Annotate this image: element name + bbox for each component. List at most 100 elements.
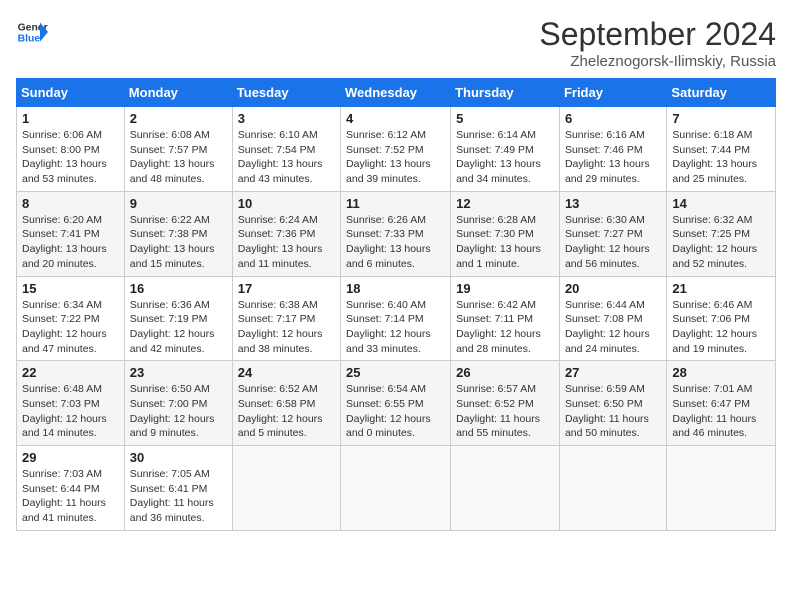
weekday-header-friday: Friday — [559, 79, 666, 107]
day-number: 24 — [238, 365, 335, 380]
calendar-cell: 16 Sunrise: 6:36 AM Sunset: 7:19 PM Dayli… — [124, 276, 232, 361]
day-info: Sunrise: 6:10 AM Sunset: 7:54 PM Dayligh… — [238, 128, 335, 187]
day-number: 25 — [346, 365, 445, 380]
calendar-table: SundayMondayTuesdayWednesdayThursdayFrid… — [16, 78, 776, 531]
day-info: Sunrise: 6:12 AM Sunset: 7:52 PM Dayligh… — [346, 128, 445, 187]
day-info: Sunrise: 6:57 AM Sunset: 6:52 PM Dayligh… — [456, 382, 554, 441]
page-header: General Blue September 2024 Zheleznogors… — [16, 16, 776, 70]
calendar-cell: 2Sunrise: 6:08 AM Sunset: 7:57 PM Daylig… — [124, 107, 232, 192]
day-number: 12 — [456, 196, 554, 211]
calendar-cell: 13Sunrise: 6:30 AM Sunset: 7:27 PM Dayli… — [559, 191, 666, 276]
calendar-week-2: 8 Sunrise: 6:20 AM Sunset: 7:41 PM Daylig… — [17, 191, 776, 276]
day-number: 15 — [22, 281, 119, 296]
calendar-cell — [232, 446, 340, 531]
day-number: 9 — [130, 196, 227, 211]
calendar-week-4: 22 Sunrise: 6:48 AM Sunset: 7:03 PM Dayli… — [17, 361, 776, 446]
calendar-cell: 29 Sunrise: 7:03 AM Sunset: 6:44 PM Dayli… — [17, 446, 125, 531]
calendar-cell — [667, 446, 776, 531]
day-info: Sunrise: 7:03 AM Sunset: 6:44 PM Dayligh… — [22, 467, 119, 526]
calendar-body: 1 Sunrise: 6:06 AM Sunset: 8:00 PM Daylig… — [17, 107, 776, 531]
day-number: 23 — [130, 365, 227, 380]
day-number: 22 — [22, 365, 119, 380]
day-info: Sunrise: 6:18 AM Sunset: 7:44 PM Dayligh… — [672, 128, 770, 187]
day-info: Sunrise: 6:52 AM Sunset: 6:58 PM Dayligh… — [238, 382, 335, 441]
day-number: 16 — [130, 281, 227, 296]
day-number: 8 — [22, 196, 119, 211]
day-number: 14 — [672, 196, 770, 211]
calendar-cell: 17Sunrise: 6:38 AM Sunset: 7:17 PM Dayli… — [232, 276, 340, 361]
calendar-cell — [341, 446, 451, 531]
day-number: 11 — [346, 196, 445, 211]
day-number: 10 — [238, 196, 335, 211]
day-info: Sunrise: 6:46 AM Sunset: 7:06 PM Dayligh… — [672, 298, 770, 357]
weekday-header-saturday: Saturday — [667, 79, 776, 107]
day-info: Sunrise: 7:05 AM Sunset: 6:41 PM Dayligh… — [130, 467, 227, 526]
day-info: Sunrise: 6:36 AM Sunset: 7:19 PM Dayligh… — [130, 298, 227, 357]
day-number: 2 — [130, 111, 227, 126]
day-info: Sunrise: 6:34 AM Sunset: 7:22 PM Dayligh… — [22, 298, 119, 357]
calendar-cell: 22 Sunrise: 6:48 AM Sunset: 7:03 PM Dayli… — [17, 361, 125, 446]
calendar-cell: 25 Sunrise: 6:54 AM Sunset: 6:55 PM Dayli… — [341, 361, 451, 446]
day-number: 17 — [238, 281, 335, 296]
calendar-cell: 12 Sunrise: 6:28 AM Sunset: 7:30 PM Dayli… — [451, 191, 560, 276]
weekday-header-thursday: Thursday — [451, 79, 560, 107]
weekday-header-wednesday: Wednesday — [341, 79, 451, 107]
day-info: Sunrise: 6:26 AM Sunset: 7:33 PM Dayligh… — [346, 213, 445, 272]
day-number: 30 — [130, 450, 227, 465]
calendar-cell: 7Sunrise: 6:18 AM Sunset: 7:44 PM Daylig… — [667, 107, 776, 192]
day-info: Sunrise: 6:16 AM Sunset: 7:46 PM Dayligh… — [565, 128, 661, 187]
day-info: Sunrise: 6:32 AM Sunset: 7:25 PM Dayligh… — [672, 213, 770, 272]
calendar-cell: 21 Sunrise: 6:46 AM Sunset: 7:06 PM Dayli… — [667, 276, 776, 361]
calendar-cell: 18Sunrise: 6:40 AM Sunset: 7:14 PM Dayli… — [341, 276, 451, 361]
day-info: Sunrise: 6:40 AM Sunset: 7:14 PM Dayligh… — [346, 298, 445, 357]
day-info: Sunrise: 6:42 AM Sunset: 7:11 PM Dayligh… — [456, 298, 554, 357]
day-info: Sunrise: 6:24 AM Sunset: 7:36 PM Dayligh… — [238, 213, 335, 272]
calendar-cell: 14 Sunrise: 6:32 AM Sunset: 7:25 PM Dayli… — [667, 191, 776, 276]
day-info: Sunrise: 6:50 AM Sunset: 7:00 PM Dayligh… — [130, 382, 227, 441]
calendar-cell: 26Sunrise: 6:57 AM Sunset: 6:52 PM Dayli… — [451, 361, 560, 446]
calendar-cell: 9Sunrise: 6:22 AM Sunset: 7:38 PM Daylig… — [124, 191, 232, 276]
day-info: Sunrise: 6:20 AM Sunset: 7:41 PM Dayligh… — [22, 213, 119, 272]
calendar-cell: 19 Sunrise: 6:42 AM Sunset: 7:11 PM Dayli… — [451, 276, 560, 361]
day-number: 28 — [672, 365, 770, 380]
calendar-cell: 4 Sunrise: 6:12 AM Sunset: 7:52 PM Daylig… — [341, 107, 451, 192]
day-info: Sunrise: 6:48 AM Sunset: 7:03 PM Dayligh… — [22, 382, 119, 441]
day-number: 1 — [22, 111, 119, 126]
calendar-cell — [559, 446, 666, 531]
weekday-header-monday: Monday — [124, 79, 232, 107]
calendar-cell: 5 Sunrise: 6:14 AM Sunset: 7:49 PM Daylig… — [451, 107, 560, 192]
calendar-cell: 23 Sunrise: 6:50 AM Sunset: 7:00 PM Dayli… — [124, 361, 232, 446]
calendar-week-3: 15 Sunrise: 6:34 AM Sunset: 7:22 PM Dayli… — [17, 276, 776, 361]
day-number: 5 — [456, 111, 554, 126]
day-info: Sunrise: 6:30 AM Sunset: 7:27 PM Dayligh… — [565, 213, 661, 272]
day-info: Sunrise: 7:01 AM Sunset: 6:47 PM Dayligh… — [672, 382, 770, 441]
calendar-week-5: 29 Sunrise: 7:03 AM Sunset: 6:44 PM Dayli… — [17, 446, 776, 531]
day-info: Sunrise: 6:06 AM Sunset: 8:00 PM Dayligh… — [22, 128, 119, 187]
calendar-cell: 6Sunrise: 6:16 AM Sunset: 7:46 PM Daylig… — [559, 107, 666, 192]
day-number: 19 — [456, 281, 554, 296]
calendar-cell: 24 Sunrise: 6:52 AM Sunset: 6:58 PM Dayli… — [232, 361, 340, 446]
calendar-cell: 1 Sunrise: 6:06 AM Sunset: 8:00 PM Daylig… — [17, 107, 125, 192]
calendar-cell: 15 Sunrise: 6:34 AM Sunset: 7:22 PM Dayli… — [17, 276, 125, 361]
calendar-cell: 3 Sunrise: 6:10 AM Sunset: 7:54 PM Daylig… — [232, 107, 340, 192]
weekday-header-sunday: Sunday — [17, 79, 125, 107]
calendar-cell: 20Sunrise: 6:44 AM Sunset: 7:08 PM Dayli… — [559, 276, 666, 361]
calendar-cell: 11 Sunrise: 6:26 AM Sunset: 7:33 PM Dayli… — [341, 191, 451, 276]
calendar-cell: 10 Sunrise: 6:24 AM Sunset: 7:36 PM Dayli… — [232, 191, 340, 276]
day-number: 4 — [346, 111, 445, 126]
day-number: 27 — [565, 365, 661, 380]
day-number: 21 — [672, 281, 770, 296]
logo-icon: General Blue — [16, 16, 48, 48]
day-number: 20 — [565, 281, 661, 296]
title-block: September 2024 Zheleznogorsk-Ilimskiy, R… — [539, 16, 776, 70]
month-title: September 2024 — [539, 16, 776, 53]
day-info: Sunrise: 6:14 AM Sunset: 7:49 PM Dayligh… — [456, 128, 554, 187]
logo: General Blue — [16, 16, 48, 48]
day-info: Sunrise: 6:28 AM Sunset: 7:30 PM Dayligh… — [456, 213, 554, 272]
calendar-cell: 28 Sunrise: 7:01 AM Sunset: 6:47 PM Dayli… — [667, 361, 776, 446]
weekday-header-row: SundayMondayTuesdayWednesdayThursdayFrid… — [17, 79, 776, 107]
day-info: Sunrise: 6:54 AM Sunset: 6:55 PM Dayligh… — [346, 382, 445, 441]
day-number: 29 — [22, 450, 119, 465]
svg-text:Blue: Blue — [18, 34, 41, 45]
day-number: 3 — [238, 111, 335, 126]
